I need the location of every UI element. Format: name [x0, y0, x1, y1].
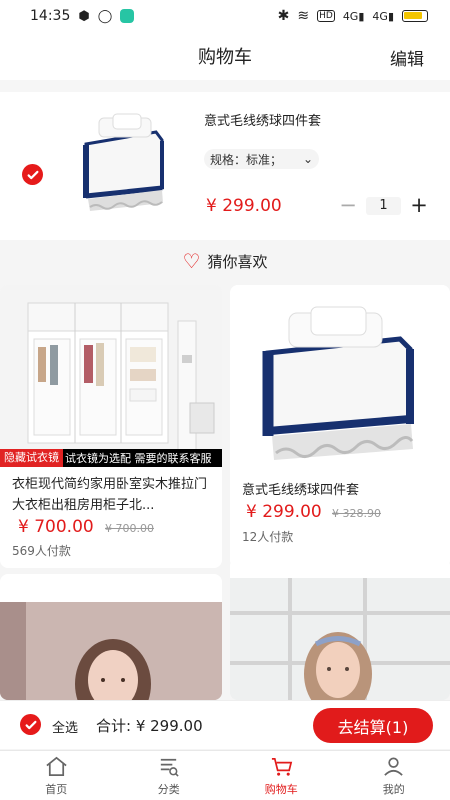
- decrease-button[interactable]: −: [338, 195, 358, 216]
- bottom-tab-bar: 首页 分类 购物车 我的: [0, 750, 450, 800]
- spec-label: 规格：标准；: [210, 152, 283, 167]
- tab-label: 分类: [157, 782, 180, 796]
- tab-home[interactable]: 首页: [0, 751, 113, 800]
- recommendations-title: 猜你喜欢: [207, 252, 268, 271]
- product-old-price: ¥ 328.90: [332, 507, 381, 520]
- category-icon: [161, 758, 179, 777]
- top-navigation: 购物车 编辑: [0, 32, 450, 80]
- increase-button[interactable]: +: [409, 195, 429, 216]
- cart-item-checkbox[interactable]: [22, 164, 43, 185]
- wardrobe-image: [0, 285, 222, 467]
- product-old-price: ¥ 700.00: [105, 522, 154, 535]
- select-all-checkbox[interactable]: [20, 714, 41, 735]
- edit-button[interactable]: 编辑: [390, 45, 424, 70]
- check-icon: [25, 720, 36, 729]
- tab-label: 购物车: [264, 782, 298, 796]
- tab-cart[interactable]: 购物车: [225, 751, 338, 800]
- tab-profile[interactable]: 我的: [338, 751, 450, 800]
- cart-item[interactable]: 意式毛线绣球四件套 规格：标准； ⌄ ¥ 299.00 − 1 +: [0, 80, 450, 240]
- spec-selector[interactable]: 规格：标准； ⌄: [204, 149, 319, 169]
- caption-badge: 隐藏试衣镜: [0, 449, 63, 467]
- product-caption: 隐藏试衣镜 试衣镜为选配 需要的联系客服: [0, 449, 222, 467]
- hd-icon: HD: [317, 10, 335, 22]
- product-price: ¥ 299.00: [246, 502, 322, 522]
- quantity-stepper: − 1 +: [338, 195, 429, 216]
- cart-icon: [271, 757, 292, 776]
- product-card-girl-portrait[interactable]: [230, 558, 450, 700]
- tab-label: 首页: [45, 782, 68, 796]
- profile-icon: [384, 756, 403, 776]
- signal-icon: 4G▮: [372, 9, 394, 23]
- recommendations-header: ♡ 猜你喜欢: [0, 240, 450, 282]
- wifi-icon: ≋: [297, 8, 310, 24]
- status-time: 14:35: [30, 8, 71, 24]
- total-price: 合计: ¥ 299.00: [96, 717, 203, 735]
- check-icon: [27, 170, 38, 179]
- cart-item-title[interactable]: 意式毛线绣球四件套: [204, 110, 321, 129]
- tab-category[interactable]: 分类: [113, 751, 226, 800]
- checkout-bar: 全选 合计: ¥ 299.00 去结算(1): [0, 700, 450, 749]
- bedding-image: [230, 285, 450, 467]
- status-left: 14:35 ⬢ ◯: [30, 8, 135, 24]
- status-right: ✱ ≋ HD 4G▮ 4G▮: [278, 8, 428, 24]
- caption-text: 试衣镜为选配 需要的联系客服: [65, 452, 212, 465]
- home-icon: [46, 756, 67, 776]
- battery-icon: [402, 10, 428, 22]
- page-title: 购物车: [198, 47, 252, 68]
- quantity-value[interactable]: 1: [366, 197, 401, 215]
- cart-product-image[interactable]: [68, 106, 178, 216]
- signal-icon: 4G▮: [342, 9, 365, 23]
- product-name[interactable]: 意式毛线绣球四件套: [242, 480, 442, 501]
- tab-label: 我的: [382, 782, 405, 796]
- chevron-down-icon: ⌄: [302, 152, 313, 166]
- sold-count: 12人付款: [242, 530, 294, 544]
- bluetooth-icon: ✱: [277, 8, 290, 24]
- chat-icon: [120, 9, 135, 23]
- status-bar: 14:35 ⬢ ◯ ✱ ≋ HD 4G▮ 4G▮: [0, 0, 450, 32]
- message-icon: ◯: [97, 8, 113, 24]
- product-card-child-portrait[interactable]: [0, 574, 222, 700]
- product-card-bedding[interactable]: 意式毛线绣球四件套 ¥ 299.00 ¥ 328.90 12人付款: [230, 285, 450, 568]
- signal-label: 4G: [372, 9, 388, 23]
- product-name[interactable]: 衣柜现代简约家用卧室实木推拉门大衣柜出租房用柜子北...: [12, 474, 212, 516]
- product-price: ¥ 700.00: [18, 517, 94, 537]
- product-card-wardrobe[interactable]: 隐藏试衣镜 试衣镜为选配 需要的联系客服 衣柜现代简约家用卧室实木推拉门大衣柜出…: [0, 285, 222, 568]
- heart-icon: ♡: [182, 249, 201, 273]
- notification-icon: ⬢: [78, 8, 90, 24]
- child-portrait-image: [0, 602, 222, 700]
- select-all-label[interactable]: 全选: [52, 717, 78, 736]
- cart-item-price: ¥ 299.00: [206, 196, 282, 216]
- checkout-button[interactable]: 去结算(1): [313, 708, 433, 743]
- signal-label: 4G: [342, 9, 359, 23]
- sold-count: 569人付款: [12, 544, 71, 558]
- girl-portrait-image: [230, 578, 450, 700]
